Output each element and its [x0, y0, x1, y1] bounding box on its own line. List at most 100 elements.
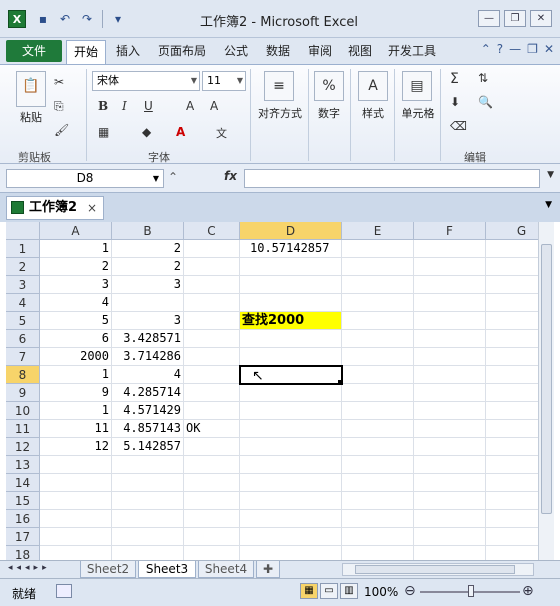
- cell-b14[interactable]: [112, 474, 184, 492]
- cell-b2[interactable]: 2: [112, 258, 184, 276]
- cell-b8[interactable]: 4: [112, 366, 184, 384]
- cell-d17[interactable]: [240, 528, 342, 546]
- cell-e3[interactable]: [342, 276, 414, 294]
- cell-c1[interactable]: [184, 240, 240, 258]
- underline-button[interactable]: U: [144, 99, 153, 113]
- vertical-scroll-thumb[interactable]: [541, 244, 552, 514]
- row-header-7[interactable]: 7: [6, 348, 40, 366]
- cell-e2[interactable]: [342, 258, 414, 276]
- cell-g3[interactable]: [486, 276, 538, 294]
- italic-button[interactable]: I: [122, 99, 127, 113]
- cell-f12[interactable]: [414, 438, 486, 456]
- cell-d1[interactable]: 10.57142857: [240, 240, 342, 258]
- save-icon[interactable]: ▪: [33, 9, 53, 29]
- sheet-tab-sheet2[interactable]: Sheet2: [80, 561, 136, 578]
- cell-a8[interactable]: 1: [40, 366, 112, 384]
- bold-button[interactable]: B: [98, 99, 108, 113]
- cell-b5[interactable]: 3: [112, 312, 184, 330]
- paste-button[interactable]: 粘贴: [14, 109, 48, 125]
- row-header-18[interactable]: 18: [6, 546, 40, 560]
- cell-a12[interactable]: 12: [40, 438, 112, 456]
- cell-d3[interactable]: [240, 276, 342, 294]
- cell-b16[interactable]: [112, 510, 184, 528]
- sheet-tab-sheet4[interactable]: Sheet4: [198, 561, 254, 578]
- styles-icon[interactable]: A: [358, 71, 388, 101]
- column-header-d[interactable]: D: [240, 222, 342, 240]
- tab-page-layout[interactable]: 页面布局: [158, 42, 206, 59]
- cell-g4[interactable]: [486, 294, 538, 312]
- macro-record-icon[interactable]: [56, 584, 72, 598]
- cell-g7[interactable]: [486, 348, 538, 366]
- cell-f13[interactable]: [414, 456, 486, 474]
- cell-e10[interactable]: [342, 402, 414, 420]
- tab-data[interactable]: 数据: [266, 42, 290, 59]
- cell-d16[interactable]: [240, 510, 342, 528]
- alignment-button[interactable]: 对齐方式: [254, 105, 306, 121]
- cell-d5[interactable]: 查找2000: [240, 312, 342, 330]
- fill-icon[interactable]: ⬇: [450, 95, 460, 109]
- cell-d6[interactable]: [240, 330, 342, 348]
- column-header-f[interactable]: F: [414, 222, 486, 240]
- cell-d10[interactable]: [240, 402, 342, 420]
- workbook-close-icon[interactable]: ×: [87, 197, 97, 219]
- cell-d11[interactable]: [240, 420, 342, 438]
- cell-g13[interactable]: [486, 456, 538, 474]
- cell-b13[interactable]: [112, 456, 184, 474]
- cell-f8[interactable]: [414, 366, 486, 384]
- cell-g12[interactable]: [486, 438, 538, 456]
- row-header-14[interactable]: 14: [6, 474, 40, 492]
- cell-e12[interactable]: [342, 438, 414, 456]
- cell-a11[interactable]: 11: [40, 420, 112, 438]
- cell-c6[interactable]: [184, 330, 240, 348]
- excel-app-icon[interactable]: X: [8, 10, 26, 28]
- insert-sheet-icon[interactable]: ✚: [256, 561, 280, 578]
- insert-function-button[interactable]: fx: [224, 169, 237, 183]
- cell-a4[interactable]: 4: [40, 294, 112, 312]
- fill-handle[interactable]: [338, 380, 343, 385]
- cell-b6[interactable]: 3.428571: [112, 330, 184, 348]
- cell-c5[interactable]: [184, 312, 240, 330]
- cell-d15[interactable]: [240, 492, 342, 510]
- cell-e18[interactable]: [342, 546, 414, 560]
- cell-b10[interactable]: 4.571429: [112, 402, 184, 420]
- number-button[interactable]: 数字: [312, 105, 346, 121]
- tab-formulas[interactable]: 公式: [224, 42, 248, 59]
- cell-a14[interactable]: [40, 474, 112, 492]
- formula-input[interactable]: [244, 169, 540, 188]
- cell-f9[interactable]: [414, 384, 486, 402]
- cell-c7[interactable]: [184, 348, 240, 366]
- borders-icon[interactable]: ▦: [98, 125, 109, 139]
- cell-g15[interactable]: [486, 492, 538, 510]
- cell-e4[interactable]: [342, 294, 414, 312]
- close-button[interactable]: ✕: [530, 10, 552, 27]
- cell-a6[interactable]: 6: [40, 330, 112, 348]
- column-header-c[interactable]: C: [184, 222, 240, 240]
- minimize-ribbon-icon[interactable]: ⌃: [481, 42, 491, 56]
- tab-view[interactable]: 视图: [348, 42, 372, 59]
- row-header-12[interactable]: 12: [6, 438, 40, 456]
- cell-e6[interactable]: [342, 330, 414, 348]
- phonetic-icon[interactable]: 文: [216, 125, 227, 141]
- cell-b12[interactable]: 5.142857: [112, 438, 184, 456]
- cell-d7[interactable]: [240, 348, 342, 366]
- row-header-11[interactable]: 11: [6, 420, 40, 438]
- cell-e16[interactable]: [342, 510, 414, 528]
- row-header-16[interactable]: 16: [6, 510, 40, 528]
- cell-b3[interactable]: 3: [112, 276, 184, 294]
- tab-review[interactable]: 审阅: [308, 42, 332, 59]
- number-format-icon[interactable]: %: [314, 71, 344, 101]
- cell-a18[interactable]: [40, 546, 112, 560]
- row-header-6[interactable]: 6: [6, 330, 40, 348]
- page-layout-view-icon[interactable]: ▭: [320, 583, 338, 599]
- cell-c12[interactable]: [184, 438, 240, 456]
- cell-c4[interactable]: [184, 294, 240, 312]
- cell-c17[interactable]: [184, 528, 240, 546]
- cell-e14[interactable]: [342, 474, 414, 492]
- format-painter-icon[interactable]: 🖌: [54, 123, 69, 137]
- redo-icon[interactable]: ↷: [77, 9, 97, 29]
- cell-f3[interactable]: [414, 276, 486, 294]
- cell-b15[interactable]: [112, 492, 184, 510]
- cell-b7[interactable]: 3.714286: [112, 348, 184, 366]
- cell-a5[interactable]: 5: [40, 312, 112, 330]
- cell-b4[interactable]: [112, 294, 184, 312]
